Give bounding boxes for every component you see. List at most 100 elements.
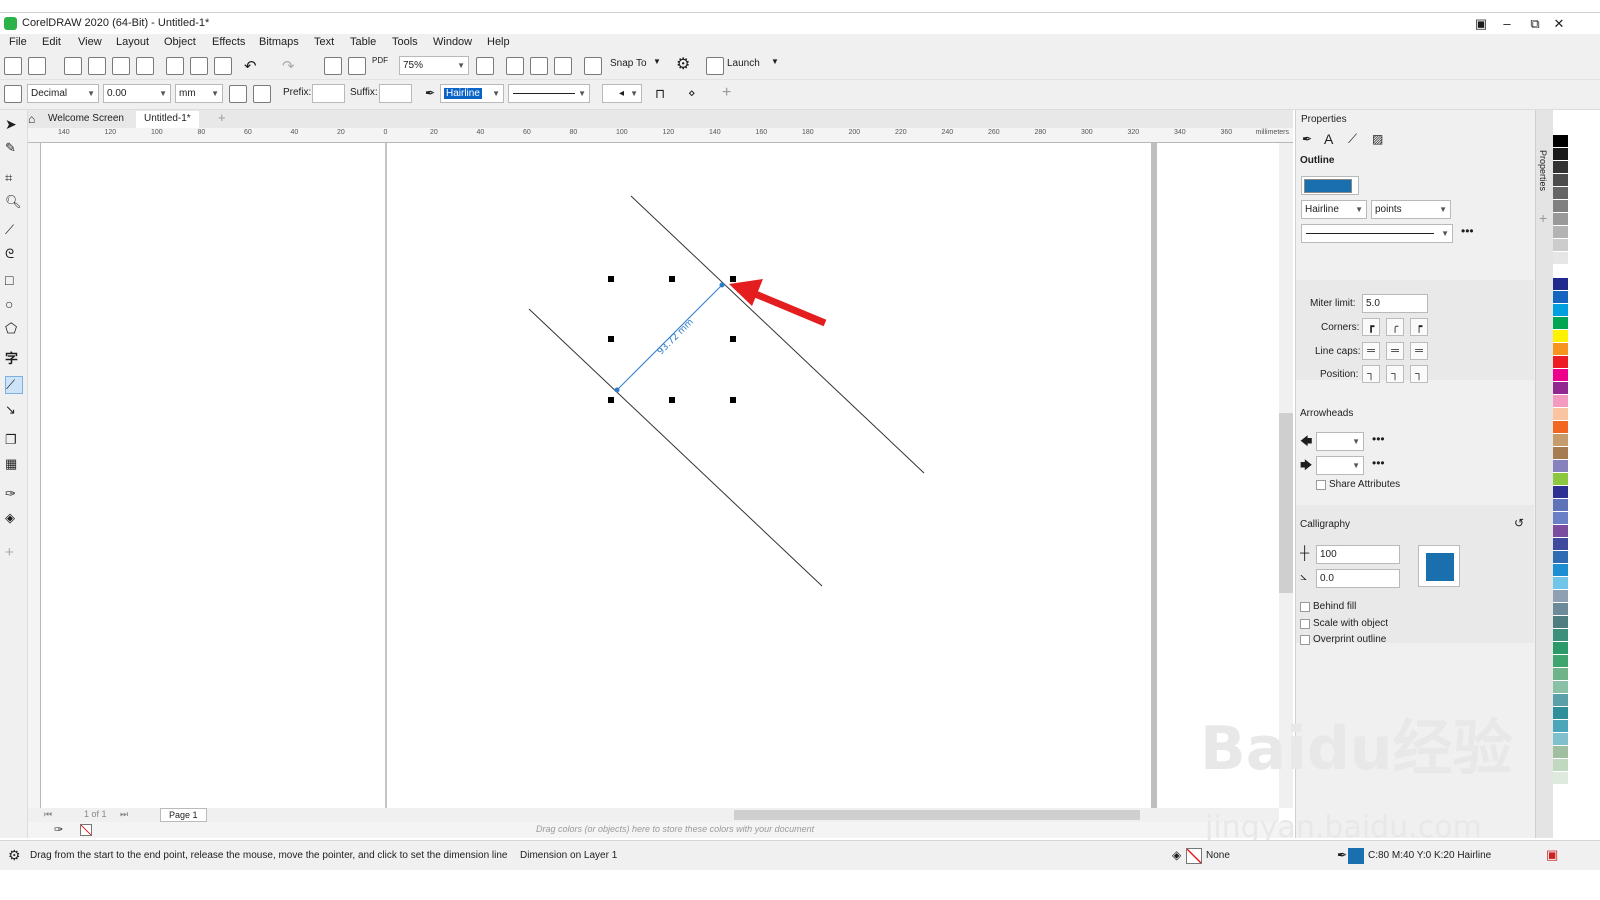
transparency-tool-icon[interactable]: ▦ xyxy=(5,456,23,474)
leading-zero-icon[interactable] xyxy=(253,85,271,103)
palette-swatch[interactable] xyxy=(1553,278,1568,291)
drawing-canvas[interactable]: 93.72 mm xyxy=(41,143,1281,808)
show-units-icon[interactable] xyxy=(229,85,247,103)
palette-swatch[interactable] xyxy=(1553,174,1568,187)
line-style-select[interactable]: ▼ xyxy=(508,84,590,103)
more-options-icon[interactable]: ••• xyxy=(1461,224,1474,238)
palette-swatch[interactable] xyxy=(1553,317,1568,330)
menu-help[interactable]: Help xyxy=(487,36,510,48)
add-tab-icon[interactable]: + xyxy=(218,110,226,125)
copy-icon[interactable] xyxy=(190,57,208,75)
palette-swatch[interactable] xyxy=(1553,135,1568,148)
pick-tool-icon[interactable]: ➤ xyxy=(5,116,23,134)
palette-swatch[interactable] xyxy=(1553,291,1568,304)
paste-icon[interactable] xyxy=(214,57,232,75)
precision-select[interactable]: 0.00 ▼ xyxy=(103,84,171,103)
palette-swatch[interactable] xyxy=(1553,525,1568,538)
rectangle-tool-icon[interactable]: □ xyxy=(5,272,23,290)
selection-handle[interactable] xyxy=(730,336,736,342)
palette-swatch[interactable] xyxy=(1553,655,1568,668)
palette-swatch[interactable] xyxy=(1553,304,1568,317)
end-arrow-options-icon[interactable]: ••• xyxy=(1372,456,1385,470)
palette-swatch[interactable] xyxy=(1553,408,1568,421)
redo-icon[interactable]: ↷ xyxy=(282,57,295,75)
nib-shape-preview[interactable] xyxy=(1418,545,1460,587)
position-inside-icon[interactable]: ┐ xyxy=(1410,365,1428,383)
palette-swatch[interactable] xyxy=(1553,161,1568,174)
selection-handle[interactable] xyxy=(608,336,614,342)
palette-swatch[interactable] xyxy=(1553,616,1568,629)
palette-swatch[interactable] xyxy=(1553,460,1568,473)
palette-swatch[interactable] xyxy=(1553,213,1568,226)
restore-doc-icon[interactable]: ▣ xyxy=(1470,15,1492,33)
document-palette[interactable]: ✑ Drag colors (or objects) here to store… xyxy=(28,822,1293,838)
menu-edit[interactable]: Edit xyxy=(42,36,61,48)
horizontal-scroll-thumb[interactable] xyxy=(734,810,1140,820)
palette-swatch[interactable] xyxy=(1553,629,1568,642)
selection-handle[interactable] xyxy=(669,276,675,282)
palette-swatch[interactable] xyxy=(1553,590,1568,603)
palette-swatch[interactable] xyxy=(1553,759,1568,772)
outline-status-swatch[interactable] xyxy=(1348,848,1364,864)
shape-tool-icon[interactable]: ✎ xyxy=(5,140,23,158)
palette-swatch[interactable] xyxy=(1553,694,1568,707)
home-icon[interactable]: ⌂ xyxy=(28,112,35,126)
connector-tool-icon[interactable]: ↘ xyxy=(5,402,23,420)
extension-lines-icon[interactable]: ⋄ xyxy=(688,86,696,100)
selection-handle[interactable] xyxy=(730,397,736,403)
menu-table[interactable]: Table xyxy=(350,36,376,48)
outline-pen-tab-icon[interactable]: ✒ xyxy=(1302,132,1312,146)
page-tab[interactable]: Page 1 xyxy=(160,808,207,822)
show-guidelines-icon[interactable] xyxy=(554,57,572,75)
properties-docker-tab[interactable]: Properties xyxy=(1538,150,1548,191)
dimension-tool-icon[interactable]: ⟋ xyxy=(5,376,23,394)
add-docker-icon[interactable]: + xyxy=(1539,210,1547,226)
outline-color-picker[interactable] xyxy=(1301,176,1359,195)
text-position-icon[interactable]: ⊓ xyxy=(655,86,665,102)
palette-swatch[interactable] xyxy=(1553,239,1568,252)
menu-file[interactable]: File xyxy=(9,36,27,48)
corner-bevel-icon[interactable]: ┍ xyxy=(1410,318,1428,336)
no-color-swatch[interactable] xyxy=(80,824,92,836)
new-document-icon[interactable] xyxy=(4,57,22,75)
scale-with-object-checkbox[interactable] xyxy=(1300,619,1310,629)
options-gear-icon[interactable]: ⚙ xyxy=(676,54,690,74)
outline-width-select[interactable]: Hairline ▼ xyxy=(1301,200,1367,219)
palette-swatch[interactable] xyxy=(1553,720,1568,733)
vertical-ruler[interactable] xyxy=(28,143,41,808)
palette-swatch[interactable] xyxy=(1553,473,1568,486)
full-screen-preview-icon[interactable] xyxy=(476,57,494,75)
menu-object[interactable]: Object xyxy=(164,36,196,48)
palette-swatch[interactable] xyxy=(1553,512,1568,525)
palette-swatch[interactable] xyxy=(1553,772,1568,785)
show-grid-icon[interactable] xyxy=(530,57,548,75)
prefix-input[interactable] xyxy=(312,84,345,103)
minimize-button[interactable]: – xyxy=(1496,15,1518,33)
tab-untitled[interactable]: Untitled-1* xyxy=(136,111,199,128)
palette-swatch[interactable] xyxy=(1553,681,1568,694)
launch-icon[interactable] xyxy=(706,57,724,75)
palette-swatch[interactable] xyxy=(1553,707,1568,720)
palette-swatch[interactable] xyxy=(1553,343,1568,356)
show-rulers-icon[interactable] xyxy=(506,57,524,75)
reset-icon[interactable]: ↺ xyxy=(1514,516,1524,530)
stretch-input[interactable]: 100 xyxy=(1316,545,1400,564)
drop-shadow-icon[interactable]: ❐ xyxy=(5,432,23,450)
settings-gear-icon[interactable]: ⚙ xyxy=(8,847,21,864)
palette-swatch[interactable] xyxy=(1553,369,1568,382)
dimension-style-icon[interactable] xyxy=(4,85,22,103)
palette-swatch[interactable] xyxy=(1553,148,1568,161)
arrowhead-select[interactable]: ◂ ▼ xyxy=(602,84,642,103)
start-arrowhead-select[interactable]: ▼ xyxy=(1316,432,1364,451)
menu-tools[interactable]: Tools xyxy=(392,36,418,48)
open-icon[interactable] xyxy=(28,57,46,75)
cut-icon[interactable] xyxy=(166,57,184,75)
position-outside-icon[interactable]: ┐ xyxy=(1362,365,1380,383)
behind-fill-checkbox[interactable] xyxy=(1300,602,1310,612)
undo-icon[interactable]: ↶ xyxy=(244,57,257,75)
menu-layout[interactable]: Layout xyxy=(116,36,149,48)
palette-swatch[interactable] xyxy=(1553,226,1568,239)
outline-width-select[interactable]: Hairline ▼ xyxy=(440,84,504,103)
menu-text[interactable]: Text xyxy=(314,36,334,48)
add-icon[interactable]: + xyxy=(722,84,731,102)
